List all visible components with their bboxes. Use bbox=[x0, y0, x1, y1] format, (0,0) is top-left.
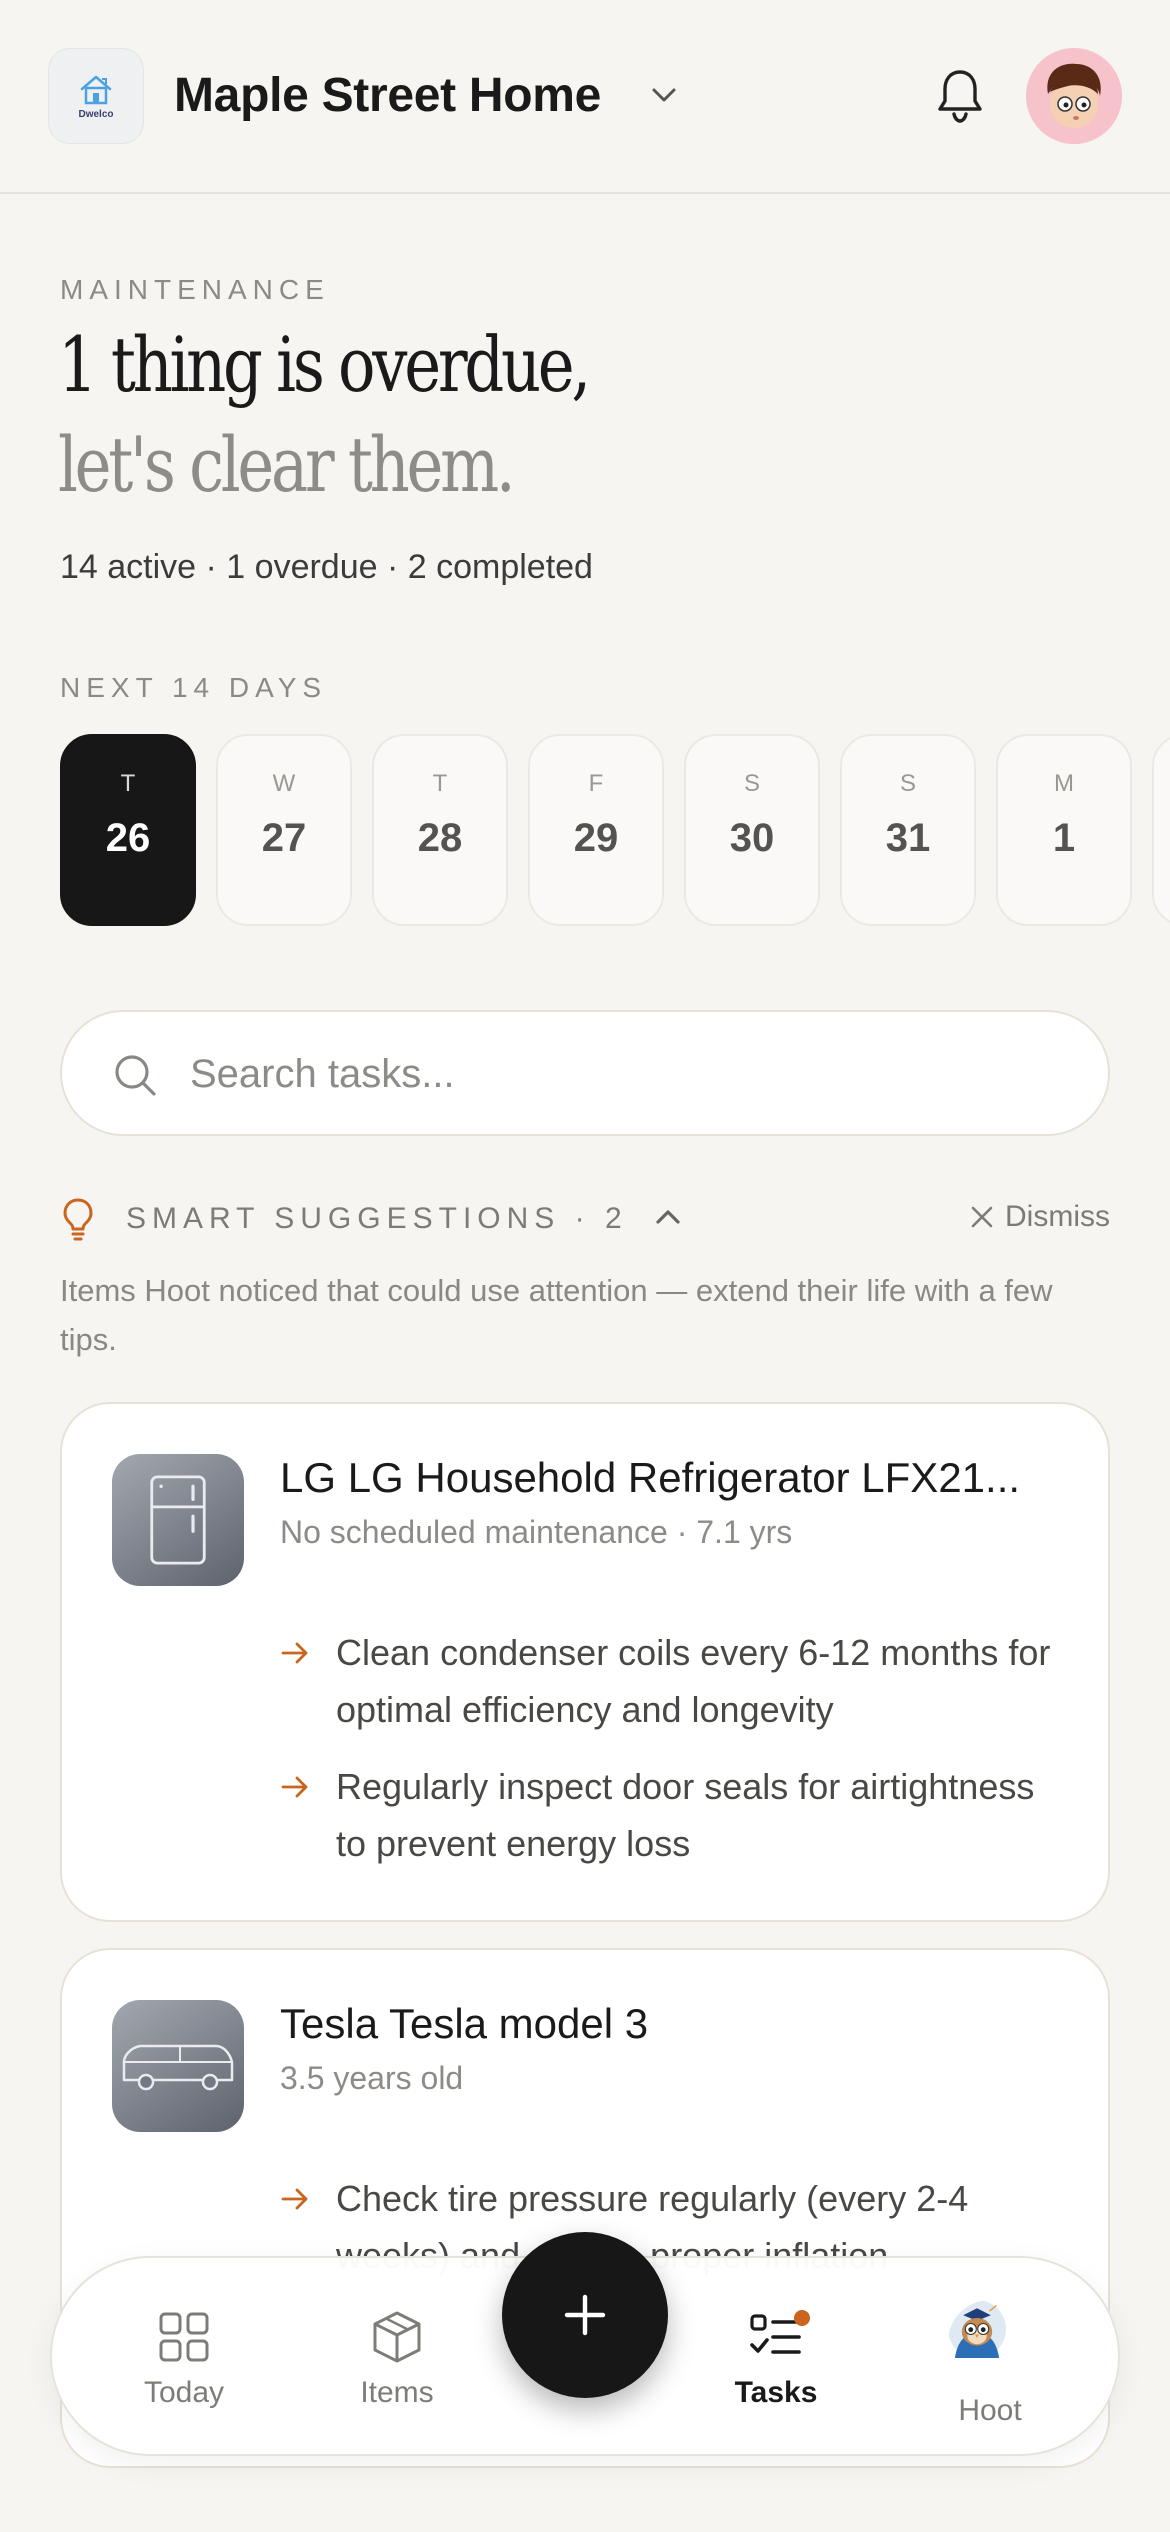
suggestion-item-subtitle: No scheduled maintenance · 7.1 yrs bbox=[280, 1514, 793, 1550]
tip-text: Regularly inspect door seals for airtigh… bbox=[336, 1766, 1035, 1864]
day-chip[interactable]: T 28 bbox=[372, 734, 508, 926]
day-chip[interactable]: S 31 bbox=[840, 734, 976, 926]
day-of-week: T bbox=[120, 770, 136, 797]
task-stats: 14 active · 1 overdue · 2 completed bbox=[60, 548, 593, 586]
dismiss-button[interactable]: Dismiss bbox=[969, 1200, 1110, 1234]
dismiss-label: Dismiss bbox=[1005, 1200, 1110, 1233]
chevron-down-icon[interactable] bbox=[646, 80, 682, 110]
app-header: Dwelco Maple Street Home bbox=[0, 0, 1170, 194]
search-icon bbox=[115, 1055, 156, 1096]
chevron-up-icon[interactable] bbox=[650, 1202, 686, 1232]
box-icon bbox=[373, 2311, 421, 2363]
tip-item: Regularly inspect door seals for airtigh… bbox=[280, 1758, 1070, 1872]
user-avatar[interactable] bbox=[1026, 48, 1122, 144]
day-number: 30 bbox=[729, 816, 775, 860]
day-of-week: S bbox=[899, 770, 916, 797]
day-number: 26 bbox=[105, 816, 151, 860]
nav-label: Hoot bbox=[958, 2394, 1022, 2427]
day-chip[interactable] bbox=[1152, 734, 1170, 926]
smart-suggestions-header: SMART SUGGESTIONS · 2 Dismiss bbox=[60, 1192, 1110, 1248]
grid-icon bbox=[159, 2312, 209, 2362]
close-icon bbox=[971, 1206, 993, 1228]
nav-label: Items bbox=[360, 2376, 434, 2409]
section-eyebrow: MAINTENANCE bbox=[60, 274, 330, 305]
hero-headline: 1 thing is overdue, bbox=[58, 320, 591, 409]
day-chip[interactable]: T 26 bbox=[60, 734, 196, 926]
nav-hoot[interactable]: Hoot bbox=[910, 2300, 1070, 2428]
owl-avatar-icon bbox=[948, 2300, 1032, 2384]
refrigerator-icon bbox=[150, 1475, 206, 1565]
day-of-week: M bbox=[1054, 770, 1074, 797]
day-of-week: T bbox=[432, 770, 448, 797]
smart-suggestions-title: SMART SUGGESTIONS · 2 bbox=[126, 1202, 628, 1235]
notifications-bell-icon[interactable] bbox=[928, 64, 992, 128]
tips-list: Clean condenser coils every 6-12 months … bbox=[280, 1624, 1070, 1892]
day-chip[interactable]: S 30 bbox=[684, 734, 820, 926]
home-selector-title[interactable]: Maple Street Home bbox=[174, 68, 601, 123]
day-of-week: W bbox=[272, 770, 296, 797]
day-number: 29 bbox=[573, 816, 619, 860]
day-strip[interactable]: T 26 W 27 T 28 F 29 S 30 S 31 M 1 bbox=[60, 734, 1170, 928]
hero-subheadline: let's clear them. bbox=[58, 420, 516, 509]
suggestion-item-subtitle: 3.5 years old bbox=[280, 2060, 464, 2096]
car-icon bbox=[122, 2044, 234, 2091]
arrow-right-icon bbox=[281, 2188, 308, 2210]
suggestion-item-title: LG LG Household Refrigerator LFX21... bbox=[280, 1454, 1021, 1501]
suggestion-item-title: Tesla Tesla model 3 bbox=[280, 2000, 649, 2047]
item-thumbnail bbox=[112, 1454, 244, 1586]
day-chip[interactable]: W 27 bbox=[216, 734, 352, 926]
app-logo[interactable]: Dwelco bbox=[48, 48, 144, 144]
logo-text: Dwelco bbox=[78, 108, 114, 120]
arrow-right-icon bbox=[281, 1776, 308, 1798]
calendar-label: NEXT 14 DAYS bbox=[60, 672, 328, 703]
tip-text: Clean condenser coils every 6-12 months … bbox=[336, 1632, 1051, 1730]
plus-icon bbox=[564, 2294, 606, 2336]
day-of-week: S bbox=[743, 770, 760, 797]
suggestion-card[interactable]: LG LG Household Refrigerator LFX21... No… bbox=[60, 1402, 1110, 1922]
house-logo-icon bbox=[80, 75, 112, 104]
lightbulb-icon bbox=[63, 1198, 93, 1241]
day-number: 28 bbox=[417, 816, 463, 860]
user-avatar-illustration bbox=[1026, 48, 1122, 144]
search-input[interactable] bbox=[190, 1042, 1070, 1106]
item-thumbnail bbox=[112, 2000, 244, 2132]
nav-label: Today bbox=[143, 2376, 225, 2409]
search-bar[interactable] bbox=[60, 1010, 1110, 1136]
day-number: 27 bbox=[261, 816, 307, 860]
day-chip[interactable]: F 29 bbox=[528, 734, 664, 926]
nav-today[interactable]: Today bbox=[104, 2308, 264, 2410]
nav-label: Tasks bbox=[734, 2376, 818, 2409]
day-of-week: F bbox=[588, 770, 604, 797]
day-number: 1 bbox=[1052, 816, 1076, 860]
nav-tasks[interactable]: Tasks bbox=[696, 2308, 856, 2410]
notification-dot bbox=[794, 2310, 810, 2326]
day-chip[interactable]: M 1 bbox=[996, 734, 1132, 926]
tip-item: Clean condenser coils every 6-12 months … bbox=[280, 1624, 1070, 1738]
smart-suggestions-description: Items Hoot noticed that could use attent… bbox=[60, 1273, 1053, 1357]
day-number: 31 bbox=[885, 816, 931, 860]
arrow-right-icon bbox=[281, 1642, 308, 1664]
add-task-button[interactable] bbox=[502, 2232, 668, 2398]
nav-items[interactable]: Items bbox=[317, 2308, 477, 2410]
